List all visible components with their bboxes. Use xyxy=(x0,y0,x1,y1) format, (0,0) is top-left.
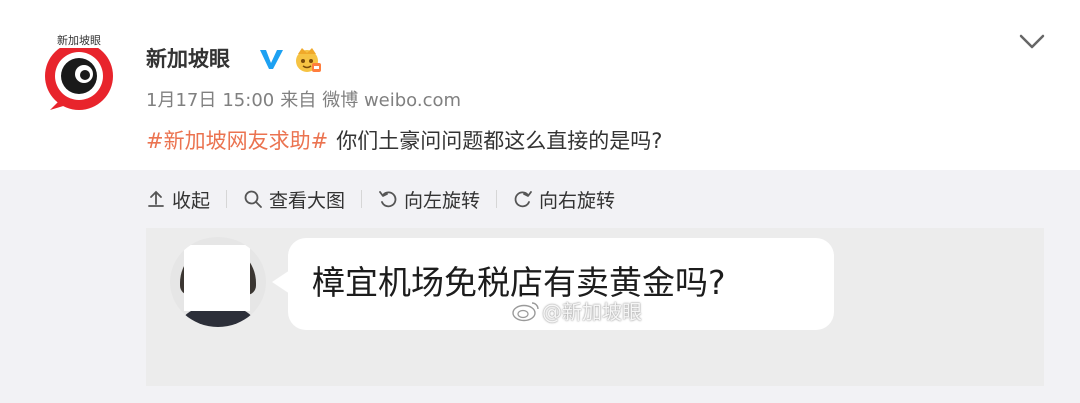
toolbar-divider xyxy=(226,190,228,208)
source-prefix: 来自 xyxy=(280,90,317,111)
upload-arrow-icon xyxy=(148,190,164,207)
post-meta: 1月17日 15:00 来自 微博 weibo.com xyxy=(146,88,467,114)
toolbar-divider xyxy=(361,190,363,208)
rotate-left-icon xyxy=(379,191,397,208)
rotate-left-button[interactable]: 向左旋转 xyxy=(378,186,480,213)
post-source[interactable]: 微博 weibo.com xyxy=(322,90,461,111)
watermark-text: @新加坡眼 xyxy=(542,300,642,324)
chevron-down-icon[interactable] xyxy=(1018,32,1046,52)
rotate-left-label: 向左旋转 xyxy=(404,189,481,212)
collapse-label: 收起 xyxy=(172,189,211,212)
post-time[interactable]: 15:00 xyxy=(222,90,274,111)
image-watermark: @新加坡眼 xyxy=(512,296,642,325)
post-text: 你们土豪问问题都这么直接的是吗? xyxy=(336,129,663,153)
media-toolbar: 收起 查看大图 向左旋转 向右旋转 xyxy=(146,183,615,215)
verified-icon[interactable] xyxy=(258,46,284,72)
username[interactable]: 新加坡眼 xyxy=(146,44,230,74)
toolbar-divider xyxy=(496,190,498,208)
view-large-label: 查看大图 xyxy=(269,189,346,212)
censor-box xyxy=(184,245,250,311)
rotate-right-icon xyxy=(514,191,532,208)
avatar-caption: 新加坡眼 xyxy=(55,34,103,48)
chat-avatar xyxy=(170,237,266,327)
avatar[interactable]: 新加坡眼 xyxy=(40,34,118,112)
rotate-right-label: 向右旋转 xyxy=(539,189,616,212)
weibo-logo-icon xyxy=(512,301,539,321)
vip-crown-icon[interactable] xyxy=(293,44,323,74)
hashtag-link[interactable]: #新加坡网友求助# xyxy=(146,129,328,153)
weibo-post: 新加坡眼 新加坡眼 1月17日 15:00 来自 微博 weibo.com #新加坡网… xyxy=(0,0,1080,403)
post-content: #新加坡网友求助# 你们土豪问问题都这么直接的是吗? xyxy=(146,126,662,156)
search-icon xyxy=(244,190,262,208)
collapse-button[interactable]: 收起 xyxy=(146,186,210,213)
post-date[interactable]: 1月17日 xyxy=(146,90,216,111)
rotate-right-button[interactable]: 向右旋转 xyxy=(513,186,615,213)
view-large-button[interactable]: 查看大图 xyxy=(243,186,345,213)
